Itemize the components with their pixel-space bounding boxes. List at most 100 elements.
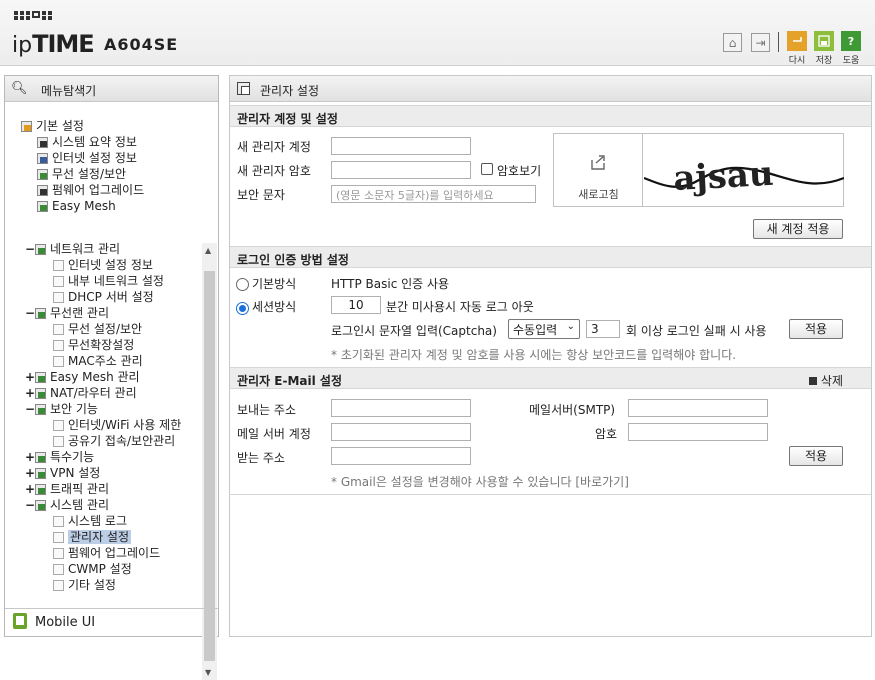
menu-explorer: 🔍︎ 메뉴탐색기 기본 설정 시스템 요약 정보 인터넷 설정 정보 무선 설정… xyxy=(4,75,219,680)
fail-count-input[interactable]: 3 xyxy=(586,320,620,338)
show-password-checkbox[interactable] xyxy=(481,163,493,175)
expand-toggle-icon[interactable]: − xyxy=(25,497,35,513)
model-name: A604SE xyxy=(104,35,179,54)
from-address-input[interactable] xyxy=(331,399,471,417)
delete-email-button[interactable]: 삭제 xyxy=(808,372,843,389)
tree-item[interactable]: 관리자 설정 xyxy=(53,529,132,545)
expand-toggle-icon[interactable]: + xyxy=(25,481,35,497)
page-icon xyxy=(53,260,64,271)
page-icon xyxy=(53,580,64,591)
captcha-refresh-button[interactable]: 새로고침 xyxy=(554,134,643,206)
tree-item[interactable]: 펌웨어 업그레이드 xyxy=(53,545,160,561)
folder-icon xyxy=(35,372,46,383)
mail-account-input[interactable] xyxy=(331,423,471,441)
wifi-icon xyxy=(37,169,48,180)
page-icon xyxy=(53,324,64,335)
folder-icon xyxy=(35,244,46,255)
expand-toggle-icon[interactable]: + xyxy=(25,369,35,385)
menu-explorer-header: 🔍︎ 메뉴탐색기 xyxy=(5,76,218,102)
session-auth-radio[interactable] xyxy=(236,302,249,315)
expand-toggle-icon[interactable]: + xyxy=(25,465,35,481)
mail-password-input[interactable] xyxy=(628,423,768,441)
to-address-input[interactable] xyxy=(331,447,471,465)
apply-email-button[interactable]: 적용 xyxy=(789,446,843,466)
tree-item[interactable]: − 네트워크 관리 xyxy=(25,241,120,257)
folder-icon xyxy=(35,308,46,319)
minus-icon xyxy=(808,377,817,385)
tree-item[interactable]: 무선 설정/보안 xyxy=(53,321,142,337)
save-button[interactable] xyxy=(814,31,834,51)
smtp-label: 메일서버(SMTP) xyxy=(529,403,616,417)
page-title: 관리자 설정 xyxy=(260,84,320,98)
scroll-up-icon[interactable]: ▲ xyxy=(205,246,211,255)
tree-item[interactable]: − 보안 기능 xyxy=(25,401,98,417)
to-address-label: 받는 주소 xyxy=(237,451,285,465)
tree-item[interactable]: 무선확장설정 xyxy=(53,337,134,353)
tree-item[interactable]: + Easy Mesh 관리 xyxy=(25,369,140,385)
admin-settings-panel: 관리자 설정 관리자 계정 및 설정 새 관리자 계정 새 관리자 암호 암호보… xyxy=(229,75,872,637)
tree-item[interactable]: 공유기 접속/보안관리 xyxy=(53,433,175,449)
captcha-text: ajsau xyxy=(672,154,774,199)
tree-item[interactable]: 기타 설정 xyxy=(53,577,116,593)
smtp-input[interactable] xyxy=(628,399,768,417)
session-timeout-input[interactable]: 10 xyxy=(331,296,381,314)
expand-toggle-icon[interactable]: + xyxy=(25,385,35,401)
expand-toggle-icon[interactable]: − xyxy=(25,241,35,257)
return-button[interactable] xyxy=(787,31,807,51)
scroll-thumb[interactable] xyxy=(204,271,215,661)
tree-item[interactable]: + VPN 설정 xyxy=(25,465,100,481)
page-icon xyxy=(53,548,64,559)
new-id-input[interactable] xyxy=(331,137,471,155)
captcha-input[interactable]: (영문 소문자 5글자)를 입력하세요 xyxy=(331,185,536,203)
apply-login-button[interactable]: 적용 xyxy=(789,319,843,339)
home-icon[interactable]: ⌂ xyxy=(723,33,742,52)
page-icon xyxy=(53,356,64,367)
tree-item[interactable]: MAC주소 관리 xyxy=(53,353,143,369)
new-password-input[interactable] xyxy=(331,161,471,179)
page-icon xyxy=(53,436,64,447)
return-icon xyxy=(793,37,802,42)
tree-item-firmware[interactable]: 펌웨어 업그레이드 xyxy=(37,182,144,198)
chevron-down-icon: ⌄ xyxy=(566,321,575,332)
tree-item[interactable]: + NAT/라우터 관리 xyxy=(25,385,137,401)
app-header: ipTIME A604SE ⌂ ⇥ 다시 저장 ? 도움 xyxy=(0,0,875,66)
return-button-label: 다시 xyxy=(788,56,806,66)
firmware-icon xyxy=(37,185,48,196)
basic-auth-desc: HTTP Basic 인증 사용 xyxy=(331,277,450,291)
help-button[interactable]: ? xyxy=(841,31,861,51)
tree-item[interactable]: 시스템 로그 xyxy=(53,513,127,529)
captcha-mode-select[interactable]: 수동입력 ⌄ xyxy=(508,319,580,339)
new-password-label: 새 관리자 암호 xyxy=(237,164,311,178)
tree-item[interactable]: + 트래픽 관리 xyxy=(25,481,109,497)
tree-item[interactable]: 내부 네트워크 설정 xyxy=(53,273,164,289)
page-icon xyxy=(53,564,64,575)
tree-item[interactable]: 인터넷/WiFi 사용 제한 xyxy=(53,417,181,433)
expand-toggle-icon[interactable]: − xyxy=(25,305,35,321)
captcha-mode-label: 로그인시 문자열 입력(Captcha) xyxy=(331,324,497,338)
scroll-down-icon[interactable]: ▼ xyxy=(205,668,211,677)
expand-toggle-icon[interactable]: − xyxy=(25,401,35,417)
mobile-ui-link[interactable]: Mobile UI xyxy=(5,608,218,636)
tree-item-internet-info[interactable]: 인터넷 설정 정보 xyxy=(37,150,137,166)
account-section-header: 관리자 계정 및 설정 xyxy=(230,105,871,127)
basic-auth-radio[interactable] xyxy=(236,278,249,291)
panel-header: 관리자 설정 xyxy=(230,76,871,102)
chart-icon xyxy=(37,137,48,148)
tree-item-basic-settings[interactable]: 기본 설정 xyxy=(21,118,84,134)
logo-mark-icon xyxy=(14,11,52,20)
apply-new-account-button[interactable]: 새 계정 적용 xyxy=(753,219,843,239)
mesh-icon xyxy=(37,201,48,212)
tree-item-system-summary[interactable]: 시스템 요약 정보 xyxy=(37,134,137,150)
tree-item[interactable]: DHCP 서버 설정 xyxy=(53,289,154,305)
email-section-header: 관리자 E-Mail 설정 삭제 xyxy=(230,367,871,389)
tree-item-easy-mesh[interactable]: Easy Mesh xyxy=(37,198,116,214)
logout-icon[interactable]: ⇥ xyxy=(751,33,770,52)
expand-toggle-icon[interactable]: + xyxy=(25,449,35,465)
tree-item-wireless-security[interactable]: 무선 설정/보안 xyxy=(37,166,126,182)
tree-item[interactable]: CWMP 설정 xyxy=(53,561,132,577)
menu-explorer-title: 메뉴탐색기 xyxy=(41,84,97,98)
tree-item[interactable]: − 무선랜 관리 xyxy=(25,305,109,321)
tree-item[interactable]: − 시스템 관리 xyxy=(25,497,109,513)
tree-item[interactable]: + 특수기능 xyxy=(25,449,94,465)
tree-item[interactable]: 인터넷 설정 정보 xyxy=(53,257,153,273)
